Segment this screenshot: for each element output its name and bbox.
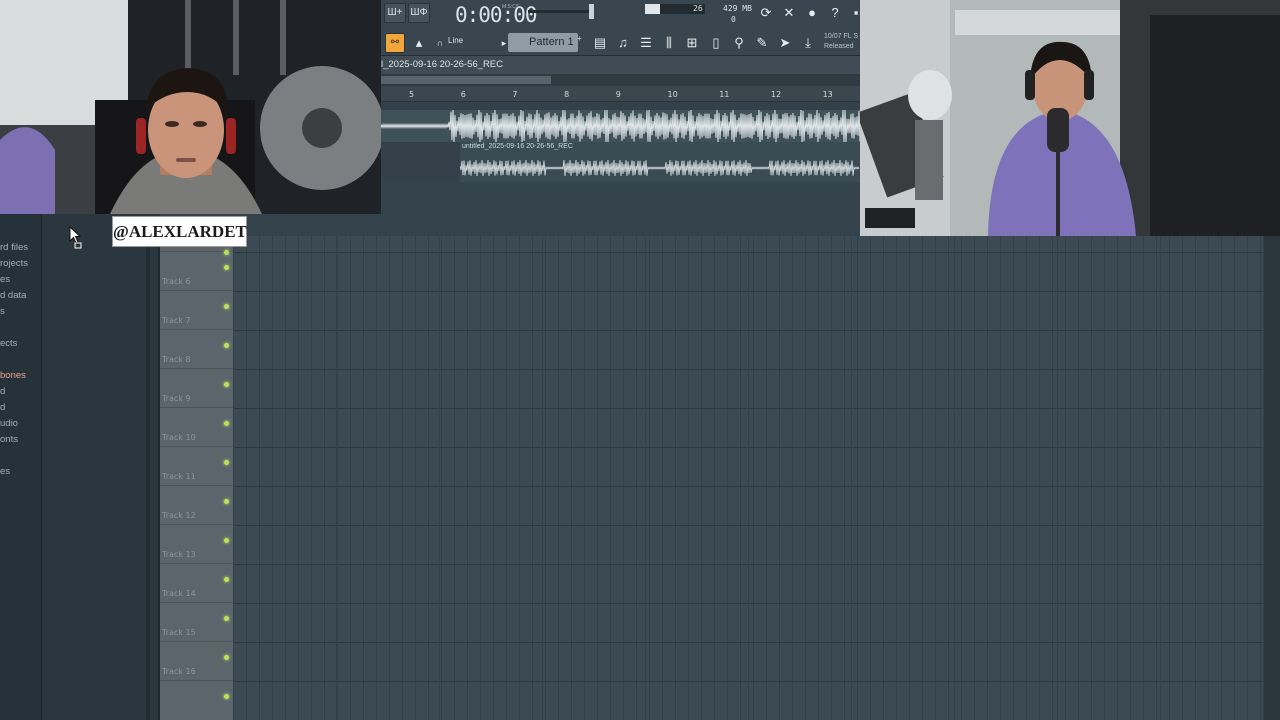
browser-item[interactable]: bones	[0, 370, 26, 381]
mic-icon[interactable]: ●	[803, 4, 821, 22]
browser-item[interactable]: onts	[0, 434, 18, 445]
track-header[interactable]: Track 7	[160, 291, 233, 348]
track-name: Track 7	[162, 316, 191, 325]
ruler-bar-number: 10	[667, 90, 678, 99]
help-icon[interactable]: ?	[826, 4, 844, 22]
track-header[interactable]: Track 12	[160, 486, 233, 543]
brush-icon[interactable]: ✎	[753, 34, 771, 52]
scroll-thumb[interactable]	[381, 76, 551, 84]
pointer-icon[interactable]: ➤	[776, 34, 794, 52]
track-mute-led[interactable]	[224, 250, 229, 255]
webcam-left	[0, 0, 381, 214]
fl-toolbar: Ш+ ШΦ 0:00:00 M:S:CS 26 429 MB 0 ⟳ ✕ ● ?…	[381, 0, 860, 56]
browser-item[interactable]: d data	[0, 290, 26, 301]
browser-item[interactable]: es	[0, 466, 10, 477]
polyphony-readout: 0	[731, 15, 736, 24]
browser-item[interactable]: rojects	[0, 258, 28, 269]
track-name: Track 10	[162, 433, 196, 442]
track-header-column: Track 5Track 6Track 7Track 8Track 9Track…	[160, 236, 233, 720]
time-display[interactable]: 0:00:00	[455, 3, 538, 27]
time-unit-label: M:S:CS	[502, 4, 520, 10]
news-date: 10/07 FL S	[824, 33, 858, 40]
track-name: Track 6	[162, 277, 191, 286]
ruler-bar-number: 12	[770, 90, 782, 99]
audio-clip[interactable]: untitled_2025-09-16 20-26-56_REC	[459, 142, 860, 182]
stamp-icon[interactable]: ▴	[410, 34, 428, 52]
playlist-vertical-scrollbar[interactable]	[1264, 236, 1280, 720]
download-icon[interactable]: ⤓	[799, 34, 817, 52]
cpu-meter-fill	[645, 4, 660, 14]
tempo-tap-button[interactable]: Ш+	[384, 3, 406, 23]
ruler-bar-number: 6	[460, 90, 466, 99]
plugin-icon[interactable]: ⚲	[730, 34, 748, 52]
ruler-bar-number: 5	[409, 90, 415, 99]
track-header[interactable]: Track 11	[160, 447, 233, 504]
browser-item[interactable]: d	[0, 386, 5, 397]
browser-item[interactable]: d	[0, 402, 5, 413]
track-name: Track 8	[162, 355, 191, 364]
streamer-handle-label: @ALEXLARDET	[112, 216, 247, 247]
track-header[interactable]: Track 10	[160, 408, 233, 465]
playlist-title-bar: l_2025-09-16 20-26-56_REC	[381, 56, 860, 74]
waveform-path	[380, 108, 861, 144]
master-volume-knob[interactable]	[589, 4, 594, 19]
track-header[interactable]: Track 8	[160, 330, 233, 387]
snap-selector[interactable]: Line	[448, 36, 463, 45]
metronome-icon[interactable]: ✕	[780, 4, 798, 22]
playlist-horizontal-scrollbar[interactable]	[381, 74, 860, 86]
memory-readout: 429 MB	[723, 4, 752, 13]
playlist-lanes: untitled_2025-09-16 20-26-56_REC	[380, 102, 861, 182]
track-header[interactable]: Track 14	[160, 564, 233, 621]
track-header[interactable]: Track 16	[160, 642, 233, 699]
cursor-icon	[69, 226, 82, 249]
loop-icon[interactable]: ⟳	[757, 4, 775, 22]
link-icon[interactable]: ⚯	[385, 33, 405, 53]
track-name: Track 16	[162, 667, 196, 676]
track-name: Track 14	[162, 589, 196, 598]
timeline-ruler[interactable]: 5 6 7 8 9 10 11 12 13	[381, 86, 860, 102]
project-icon[interactable]: ▯	[707, 34, 725, 52]
track-name: Track 9	[162, 394, 191, 403]
track-header[interactable]: Track 9	[160, 369, 233, 426]
mixer-icon[interactable]: ⫼	[660, 34, 678, 52]
audio-waveform	[380, 108, 861, 144]
news-status: Released	[824, 43, 854, 50]
screen: rd files rojects es d data s ects bones d d udio o…	[0, 0, 1280, 720]
browser-item[interactable]: ects	[0, 338, 17, 349]
ruler-bar-number: 8	[564, 90, 570, 99]
pattern-song-button[interactable]: ШΦ	[408, 3, 430, 23]
browser-item[interactable]: es	[0, 274, 10, 285]
track-name: Track 13	[162, 550, 196, 559]
waveform-path	[459, 159, 860, 177]
ruler-bar-number: 9	[615, 90, 621, 99]
clip-label: untitled_2025-09-16 20-26-56_REC	[462, 143, 573, 150]
browser-icon[interactable]: ⊞	[683, 34, 701, 52]
browser-scrollbar[interactable]	[146, 236, 150, 720]
ruler-bar-number: 11	[719, 90, 730, 99]
track-name: Track 15	[162, 628, 196, 637]
channel-rack-icon[interactable]: ☰	[637, 34, 655, 52]
track-name: Track 12	[162, 511, 196, 520]
pattern-add-icon[interactable]: +	[577, 34, 582, 43]
playlist-title: l_2025-09-16 20-26-56_REC	[381, 59, 503, 70]
browser-item[interactable]: udio	[0, 418, 18, 429]
audio-clip[interactable]	[380, 108, 861, 144]
piano-roll-icon[interactable]: ♫	[614, 34, 632, 52]
browser-item[interactable]: s	[0, 306, 5, 317]
track-header[interactable]: Track 6	[160, 252, 233, 309]
cpu-readout: 26	[693, 4, 703, 13]
pattern-selector[interactable]: Pattern 1	[508, 33, 578, 52]
browser-item[interactable]: rd files	[0, 242, 28, 253]
playlist-grid[interactable]	[233, 236, 1264, 720]
track-header[interactable]: Track 13	[160, 525, 233, 582]
master-volume-slider[interactable]	[528, 10, 590, 13]
snap-magnet-icon[interactable]: ∩	[431, 34, 449, 52]
track-header[interactable]: Track 15	[160, 603, 233, 660]
track-mute-led[interactable]	[224, 694, 229, 699]
ruler-bar-number: 7	[512, 90, 518, 99]
ruler-bar-number: 13	[822, 90, 833, 99]
webcam-right	[860, 0, 1280, 236]
track-name: Track 11	[162, 472, 196, 481]
playlist-icon[interactable]: ▤	[591, 34, 609, 52]
